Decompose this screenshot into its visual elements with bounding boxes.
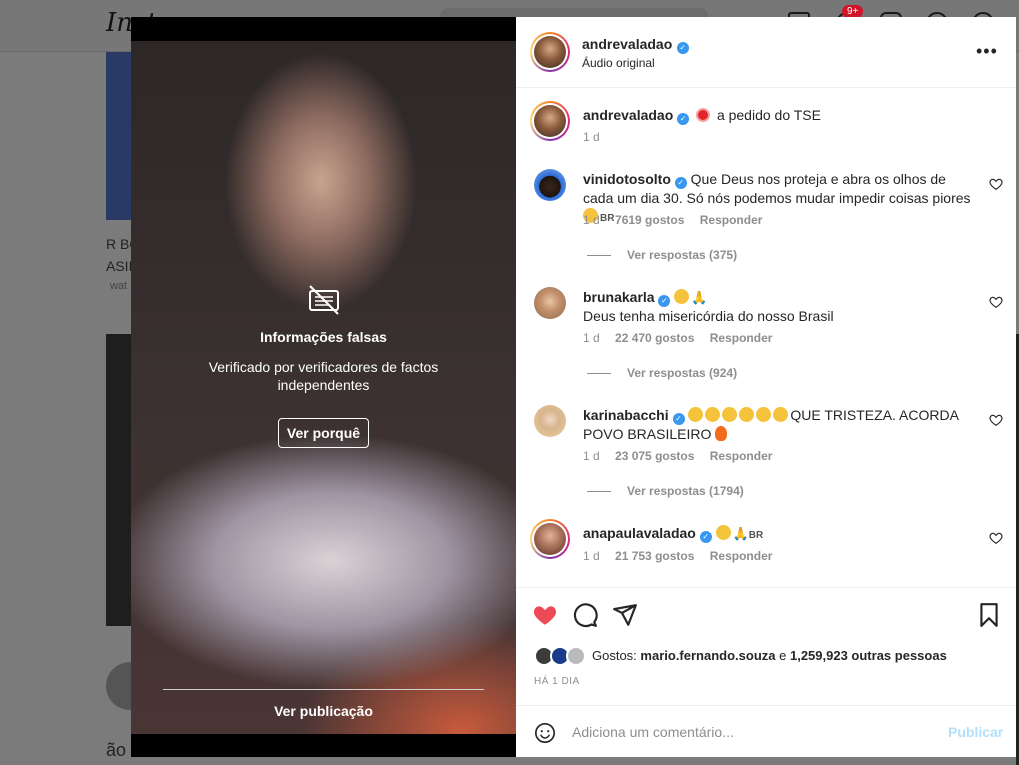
background-snippet: ão (106, 740, 127, 760)
background-avatar (106, 662, 131, 710)
comment-username[interactable]: brunakarla (583, 289, 655, 305)
like-comment-heart-icon[interactable] (989, 413, 1003, 427)
publish-button[interactable]: Publicar (948, 724, 1003, 740)
comment-time: 1 d (583, 213, 600, 227)
caption-body: a pedido do TSE (716, 107, 821, 123)
likes-others-link[interactable]: 1,259,923 outras pessoas (790, 648, 947, 663)
likes-prefix: Gostos: (592, 648, 637, 663)
caption-text: andrevaladao ✓ a pedido do TSE (583, 106, 979, 125)
view-replies-button[interactable]: Ver respostas (1794) (587, 484, 744, 498)
author-username[interactable]: andrevaladao (582, 36, 672, 52)
shocked-emoji-icon (722, 407, 738, 422)
shocked-emoji-icon (739, 407, 755, 422)
post-panel: andrevaladao ✓ Áudio original ••• andrev… (516, 17, 1016, 757)
comment-body: Deus tenha misericórdia do nosso Brasil (583, 308, 834, 324)
comment-time: 1 d (583, 331, 600, 345)
view-post-button[interactable]: Ver publicação (131, 703, 516, 719)
more-options-icon[interactable]: ••• (976, 41, 998, 62)
author-info: andrevaladao ✓ (582, 36, 689, 54)
bookmark-icon[interactable] (976, 602, 1002, 628)
fact-check-overlay: Informações falsas Verificado por verifi… (131, 17, 516, 757)
author-avatar[interactable] (530, 32, 570, 72)
comment-username[interactable]: karinabacchi (583, 407, 669, 423)
see-why-button[interactable]: Ver porquê (278, 418, 369, 448)
comment-meta: 1 d 23 075 gostos Responder (583, 449, 784, 463)
comments-list: andrevaladao ✓ a pedido do TSE 1 d vinid… (516, 89, 1016, 587)
comment-meta: 1 d 22 470 gostos Responder (583, 331, 784, 345)
comment-avatar[interactable] (534, 287, 566, 319)
shocked-emoji-icon (688, 407, 704, 422)
likes-and: e (779, 648, 787, 663)
comment-icon[interactable] (572, 602, 598, 628)
sad-emoji-icon (674, 289, 690, 304)
post-time: HÁ 1 DIA (534, 676, 580, 687)
like-comment-heart-icon[interactable] (989, 531, 1003, 545)
comment-meta: 1 d 7619 gostos Responder (583, 213, 774, 227)
hidden-content-icon (309, 285, 339, 315)
comment-text: anapaulavaladao ✓ 🙏BR (583, 524, 979, 545)
comment-avatar[interactable] (534, 169, 566, 201)
comment-time: 1 d (583, 549, 600, 563)
reply-button[interactable]: Responder (700, 213, 763, 227)
audio-label[interactable]: Áudio original (582, 56, 655, 70)
comment-avatar[interactable] (534, 405, 566, 437)
shocked-emoji-icon (756, 407, 772, 422)
like-comment-heart-icon[interactable] (989, 295, 1003, 309)
emoji-picker-icon[interactable] (534, 722, 556, 744)
view-replies-button[interactable]: Ver respostas (375) (587, 248, 737, 262)
divider (163, 689, 484, 690)
verified-badge-icon: ✓ (676, 42, 689, 54)
flag-br: BR (748, 530, 764, 541)
liker-username[interactable]: mario.fernando.souza (640, 648, 775, 663)
post-actions: Gostos: mario.fernando.souza e 1,259,923… (516, 587, 1016, 705)
comment-text: brunakarla ✓ 🙏 Deus tenha misericórdia d… (583, 288, 979, 325)
liker-avatar[interactable] (566, 646, 586, 666)
comment-input[interactable] (572, 718, 942, 746)
fact-check-subtitle: Verificado por verificadores de factos i… (208, 359, 439, 393)
background-video (106, 334, 131, 626)
background-snippet: wat (110, 280, 128, 292)
verified-badge-icon: ✓ (658, 295, 671, 307)
comment-likes[interactable]: 7619 gostos (615, 213, 684, 227)
comment-meta: 1 d 21 753 gostos Responder (583, 549, 784, 563)
liked-heart-icon[interactable] (532, 602, 558, 628)
praying-hands-emoji-icon: 🙏 (691, 290, 708, 305)
verified-badge-icon: ✓ (699, 531, 712, 543)
post-header: andrevaladao ✓ Áudio original ••• (516, 17, 1016, 88)
post-media: Informações falsas Verificado por verifi… (131, 17, 516, 757)
reply-button[interactable]: Responder (710, 331, 773, 345)
comment-username[interactable]: anapaulavaladao (583, 525, 696, 541)
comment-time: 1 d (583, 449, 600, 463)
background-thumbnail (106, 52, 131, 220)
caption-username[interactable]: andrevaladao (583, 107, 673, 123)
praying-hands-emoji-icon: 🙏 (732, 526, 749, 541)
shocked-emoji-icon (705, 407, 721, 422)
comment-likes[interactable]: 22 470 gostos (615, 331, 694, 345)
fire-emoji-icon (715, 426, 728, 441)
comment-username[interactable]: vinidotosolto (583, 171, 671, 187)
share-icon[interactable] (612, 602, 638, 628)
comment-text: karinabacchi ✓ QUE TRISTEZA. ACORDA POVO… (583, 406, 979, 443)
comment-likes[interactable]: 23 075 gostos (615, 449, 694, 463)
verified-badge-icon: ✓ (677, 113, 690, 125)
comment-composer: Publicar (516, 705, 1016, 757)
caption-avatar[interactable] (530, 101, 570, 141)
comment-likes[interactable]: 21 753 gostos (615, 549, 694, 563)
caption-time: 1 d (583, 130, 600, 144)
shocked-emoji-icon (773, 407, 789, 422)
likes-summary: Gostos: mario.fernando.souza e 1,259,923… (592, 648, 947, 663)
verified-badge-icon: ✓ (672, 413, 685, 425)
comment-avatar[interactable] (530, 519, 570, 559)
scream-emoji-icon (715, 525, 731, 540)
reply-button[interactable]: Responder (710, 449, 773, 463)
verified-badge-icon: ✓ (674, 177, 687, 189)
reply-button[interactable]: Responder (710, 549, 773, 563)
view-replies-button[interactable]: Ver respostas (924) (587, 366, 737, 380)
like-comment-heart-icon[interactable] (989, 177, 1003, 191)
red-circle-emoji-icon (696, 108, 711, 122)
fact-check-title: Informações falsas (260, 329, 387, 345)
